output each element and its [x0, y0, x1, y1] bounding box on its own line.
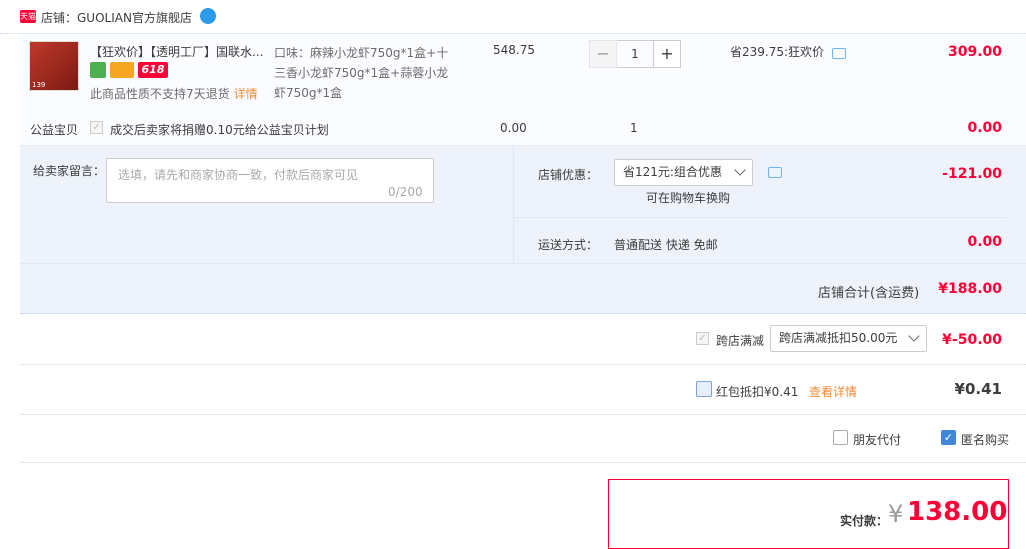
divider	[513, 146, 514, 263]
cross-store-label: 跨店满减	[716, 334, 765, 348]
cross-store-select-value: 跨店满减抵扣50.00元	[779, 331, 898, 345]
friend-pay-label[interactable]: 朋友代付	[853, 431, 901, 448]
currency-symbol: ¥	[888, 500, 904, 528]
divider	[514, 217, 1006, 218]
promo-618-badge: 618	[138, 62, 168, 78]
service-badges: 618	[90, 62, 168, 78]
no-return-notice: 此商品性质不支持7天退货 详情	[90, 85, 258, 102]
charity-label: 公益宝贝	[30, 123, 79, 137]
charity-text: 成交后卖家将捐赠0.10元给公益宝贝计划	[110, 123, 329, 137]
quantity-stepper: − 1 +	[589, 40, 681, 68]
product-title-link[interactable]: 【狂欢价】【透明工厂】国联水...	[90, 43, 270, 60]
qty-input[interactable]: 1	[617, 40, 653, 68]
shipping-value: 普通配送 快递 免邮	[614, 238, 718, 252]
chevron-down-icon	[734, 164, 746, 176]
tmall-logo-icon: 天猫	[20, 10, 36, 23]
charity-qty: 1	[630, 121, 638, 135]
coupon-select[interactable]: 省121元:组合优惠	[614, 159, 753, 186]
shop-total-label: 店铺合计(含运费)	[818, 286, 920, 301]
anonymous-label[interactable]: 匿名购买	[961, 431, 1009, 448]
red-packet-label: 红包抵扣¥0.41	[716, 385, 799, 399]
thumbnail-tag: 139	[32, 81, 46, 89]
item-total: 309.00	[947, 44, 1002, 60]
coupon-amount: -121.00	[942, 166, 1002, 182]
cross-store-select[interactable]: 跨店满减抵扣50.00元	[770, 325, 927, 352]
detail-link[interactable]: 详情	[234, 87, 258, 101]
message-label: 给卖家留言：	[33, 164, 106, 178]
friend-pay-checkbox[interactable]	[833, 430, 848, 445]
coupon-select-value: 省121元:组合优惠	[623, 165, 722, 179]
divider	[20, 364, 1026, 365]
message-icon[interactable]	[768, 167, 782, 178]
cross-store-checkbox[interactable]: ✓	[696, 332, 709, 345]
product-thumbnail[interactable]: 139	[29, 41, 79, 91]
divider	[20, 462, 1026, 463]
divider	[20, 414, 1026, 415]
message-placeholder: 选填，请先和商家协商一致，付款后商家可见	[118, 168, 359, 182]
saving-text: 省239.75:狂欢价	[730, 45, 825, 59]
shipping-amount: 0.00	[967, 234, 1002, 250]
message-icon[interactable]	[832, 48, 846, 59]
sku-info: 口味：麻辣小龙虾750g*1盒+十三香小龙虾750g*1盒+蒜蓉小龙虾750g*…	[274, 46, 449, 100]
qty-minus-button[interactable]: −	[589, 40, 617, 68]
no-return-text: 此商品性质不支持7天退货	[90, 87, 230, 101]
shop-total: ¥188.00	[938, 281, 1002, 297]
shipping-label: 运送方式：	[538, 238, 599, 252]
message-char-count: 0/200	[388, 185, 423, 199]
shop-name-link[interactable]: 店铺：GUOLIAN官方旗舰店	[41, 9, 192, 26]
chat-wangwang-icon[interactable]	[200, 8, 216, 24]
red-packet-checkbox[interactable]	[696, 381, 712, 397]
cross-store-amount: ¥-50.00	[942, 332, 1002, 348]
anonymous-checkbox[interactable]: ✓	[941, 430, 956, 445]
coupon-label: 店铺优惠：	[538, 168, 599, 182]
charity-price: 0.00	[500, 121, 527, 135]
coupon-subtext: 可在购物车换购	[646, 191, 731, 205]
chevron-down-icon	[908, 330, 920, 342]
qty-plus-button[interactable]: +	[653, 40, 681, 68]
red-packet-amount: ¥0.41	[954, 380, 1002, 398]
pay-amount: 138.00	[907, 497, 1008, 527]
card-badge-icon	[110, 62, 134, 78]
unit-price: 548.75	[493, 43, 535, 57]
pay-label: 实付款：	[840, 514, 889, 528]
red-packet-detail-link[interactable]: 查看详情	[809, 383, 857, 400]
charity-checkbox[interactable]: ✓	[90, 121, 103, 134]
divider	[20, 263, 1026, 264]
quality-badge-icon	[90, 62, 106, 78]
charity-total: 0.00	[967, 120, 1002, 136]
